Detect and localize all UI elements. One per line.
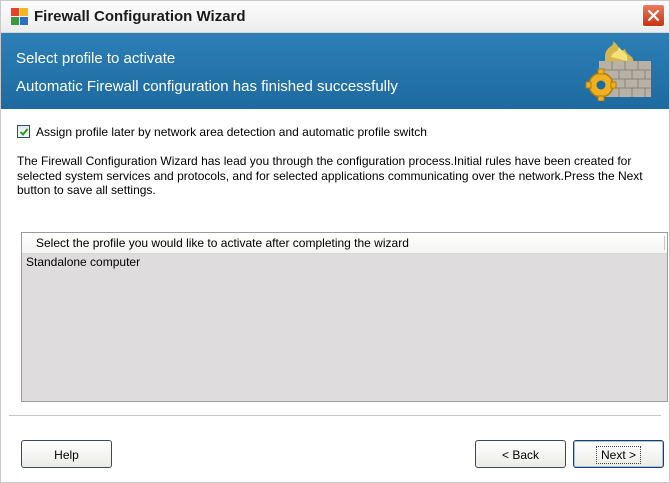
close-button[interactable] <box>642 4 665 27</box>
banner-subtitle: Automatic Firewall configuration has fin… <box>16 78 398 95</box>
firewall-gear-icon <box>585 41 651 101</box>
assign-later-option[interactable]: Assign profile later by network area det… <box>17 124 427 139</box>
app-icon <box>11 8 28 25</box>
profile-list[interactable]: Select the profile you would like to act… <box>21 232 668 402</box>
list-item[interactable]: Standalone computer <box>22 254 667 271</box>
title-bar[interactable]: Firewall Configuration Wizard <box>1 1 669 33</box>
back-button[interactable]: < Back <box>475 440 566 468</box>
checkmark-icon <box>19 127 28 136</box>
header-banner: Select profile to activate Automatic Fir… <box>1 33 669 109</box>
close-icon <box>647 9 660 22</box>
assign-later-checkbox[interactable] <box>17 125 30 138</box>
profile-list-header: Select the profile you would like to act… <box>22 233 667 254</box>
assign-later-label[interactable]: Assign profile later by network area det… <box>36 125 427 139</box>
help-button[interactable]: Help <box>21 440 112 468</box>
next-button[interactable]: Next > <box>573 440 664 468</box>
wizard-window: Firewall Configuration Wizard Select pro… <box>0 0 670 483</box>
button-separator <box>9 415 661 417</box>
next-button-label: Next > <box>595 446 642 464</box>
banner-title: Select profile to activate <box>16 50 176 67</box>
window-title: Firewall Configuration Wizard <box>34 8 246 25</box>
wizard-description: The Firewall Configuration Wizard has le… <box>17 154 643 197</box>
